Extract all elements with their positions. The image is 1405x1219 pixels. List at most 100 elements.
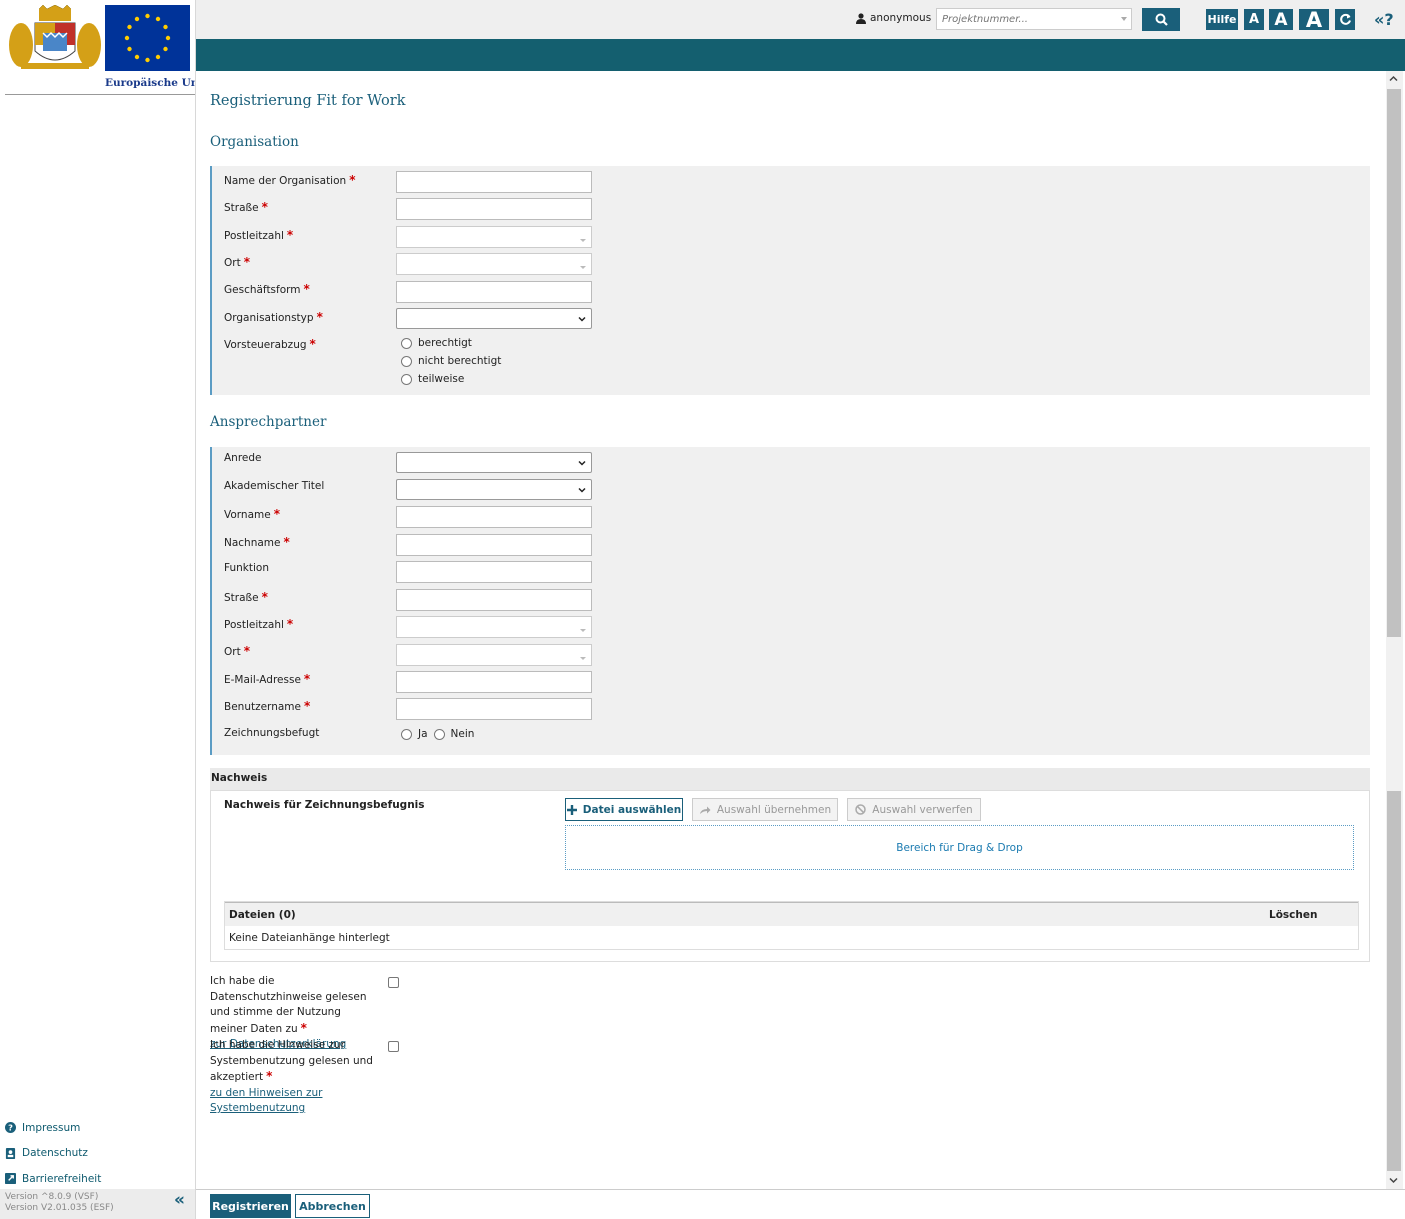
- top-bar: anonymous Hilfe A A A «?: [196, 0, 1405, 39]
- radio-button[interactable]: [401, 373, 412, 385]
- usage-consent-checkbox[interactable]: [388, 1041, 399, 1052]
- org-legal-form-input[interactable]: [396, 281, 592, 303]
- contact-ort-combobox[interactable]: [396, 644, 592, 666]
- page-title: Registrierung Fit for Work: [210, 93, 406, 109]
- academic-title-select[interactable]: [396, 479, 592, 500]
- font-size-small-button[interactable]: A: [1244, 9, 1264, 30]
- share-arrow-icon: [699, 806, 711, 814]
- last-name-label: Nachname *: [224, 535, 290, 549]
- chevron-down-icon: [578, 316, 586, 322]
- font-size-medium-button[interactable]: A: [1269, 9, 1293, 30]
- radio-nein[interactable]: [433, 728, 445, 740]
- contact-plz-combobox[interactable]: [396, 616, 592, 638]
- org-type-select[interactable]: [396, 308, 592, 329]
- org-street-label: Straße *: [224, 200, 268, 214]
- impressum-link[interactable]: ? Impressum: [5, 1115, 101, 1141]
- datenschutz-link[interactable]: Datenschutz: [5, 1141, 101, 1167]
- select-file-button[interactable]: Datei auswählen: [565, 798, 683, 821]
- vertical-scrollbar[interactable]: [1386, 71, 1403, 1189]
- org-type-label: Organisationstyp *: [224, 310, 323, 324]
- user-label: anonymous: [856, 12, 931, 24]
- barrierefreiheit-label: Barrierefreiheit: [22, 1172, 102, 1185]
- chevron-down-icon: [578, 487, 586, 493]
- vorsteuer-option-teilweise[interactable]: teilweise: [401, 373, 464, 385]
- function-input[interactable]: [396, 561, 592, 583]
- username-input[interactable]: [396, 698, 592, 720]
- radio-button[interactable]: [401, 355, 412, 367]
- signing-authority-label: Zeichnungsbefugt: [224, 727, 320, 739]
- font-size-large-button[interactable]: A: [1299, 8, 1329, 32]
- refresh-button[interactable]: [1335, 9, 1355, 30]
- user-icon: [856, 12, 866, 24]
- datenschutz-label: Datenschutz: [22, 1147, 88, 1160]
- email-input[interactable]: [396, 671, 592, 693]
- org-name-label: Name der Organisation *: [224, 173, 356, 187]
- apply-selection-button[interactable]: Auswahl übernehmen: [692, 798, 838, 821]
- files-table: Dateien (0) Löschen Keine Dateianhänge h…: [224, 901, 1359, 950]
- org-name-input[interactable]: [396, 171, 592, 193]
- refresh-icon: [1339, 13, 1351, 25]
- vorsteuer-option-nicht-berechtigt[interactable]: nicht berechtigt: [401, 355, 501, 367]
- collapse-sidebar-icon[interactable]: «: [174, 1192, 185, 1209]
- nachweis-heading: Nachweis: [210, 768, 1370, 790]
- org-street-input[interactable]: [396, 198, 592, 220]
- logo-area: Europäische Union: [5, 5, 195, 95]
- files-empty-row: Keine Dateianhänge hinterlegt: [229, 931, 390, 944]
- discard-selection-button[interactable]: Auswahl verwerfen: [847, 798, 981, 821]
- main-content: Registrierung Fit for Work Organisation …: [196, 71, 1386, 1189]
- drag-drop-area[interactable]: Bereich für Drag & Drop: [565, 825, 1354, 870]
- signing-authority-options: Ja Nein: [401, 728, 474, 740]
- version-area: Version ^8.0.9 (VSF) Version V2.01.035 (…: [0, 1189, 195, 1219]
- project-number-input[interactable]: [936, 8, 1132, 30]
- nav-bar: [196, 39, 1405, 71]
- org-plz-label: Postleitzahl *: [224, 228, 294, 242]
- privacy-consent-checkbox[interactable]: [388, 977, 399, 988]
- contact-panel: Anrede Akademischer Titel Vorname * Nachn…: [210, 447, 1370, 755]
- barrierefreiheit-link[interactable]: Barrierefreiheit: [5, 1166, 101, 1192]
- context-help-icon[interactable]: «?: [1374, 10, 1394, 29]
- organisation-heading: Organisation: [210, 134, 299, 150]
- scroll-thumb-lower[interactable]: [1387, 791, 1401, 1171]
- eu-text: Europäische Union: [105, 77, 195, 89]
- version-esf: Version V2.01.035 (ESF): [5, 1203, 114, 1213]
- academic-title-label: Akademischer Titel: [224, 480, 325, 492]
- username: anonymous: [870, 12, 932, 24]
- org-plz-combobox[interactable]: [396, 226, 592, 248]
- usage-consent: Ich habe die Hinweise zur Systembenutzun…: [210, 1039, 373, 1115]
- scroll-thumb[interactable]: [1387, 89, 1401, 637]
- help-button[interactable]: Hilfe: [1206, 9, 1238, 30]
- cancel-button[interactable]: Abbrechen: [295, 1194, 370, 1218]
- salutation-select[interactable]: [396, 452, 592, 473]
- radio-ja[interactable]: [401, 728, 412, 740]
- user-badge-icon: [5, 1147, 16, 1159]
- scroll-up-icon[interactable]: [1389, 74, 1398, 85]
- organisation-panel: Name der Organisation * Straße * Postleitz…: [210, 166, 1370, 395]
- org-legal-form-label: Geschäftsform *: [224, 282, 310, 296]
- search-icon: [1155, 13, 1168, 26]
- first-name-input[interactable]: [396, 506, 592, 528]
- register-button[interactable]: Registrieren: [210, 1194, 291, 1218]
- salutation-label: Anrede: [224, 452, 262, 464]
- vorsteuer-label: Vorsteuerabzug *: [224, 337, 316, 351]
- chevron-down-icon: [578, 460, 586, 466]
- nachweis-box: Nachweis für Zeichnungsbefugnis Datei au…: [210, 790, 1370, 962]
- radio-button[interactable]: [401, 337, 412, 349]
- scroll-down-icon[interactable]: [1389, 1176, 1398, 1187]
- ban-icon: [855, 804, 867, 815]
- contact-heading: Ansprechpartner: [210, 414, 327, 430]
- last-name-input[interactable]: [396, 534, 592, 556]
- function-label: Funktion: [224, 562, 269, 574]
- footer-links: ? Impressum Datenschutz Barrierefreiheit: [5, 1115, 101, 1192]
- search-button[interactable]: [1142, 8, 1180, 31]
- files-count-header: Dateien (0): [229, 908, 296, 921]
- svg-text:?: ?: [8, 1123, 13, 1133]
- vorsteuer-option-berechtigt[interactable]: berechtigt: [401, 337, 472, 349]
- usage-terms-link[interactable]: zu den Hinweisen zur Systembenutzung: [210, 1087, 322, 1115]
- nachweis-label: Nachweis für Zeichnungsbefugnis: [224, 799, 425, 811]
- action-bar: Registrieren Abbrechen: [196, 1189, 1405, 1219]
- org-ort-combobox[interactable]: [396, 253, 592, 275]
- email-label: E-Mail-Adresse *: [224, 672, 311, 686]
- files-table-header: Dateien (0) Löschen: [225, 902, 1358, 926]
- project-caret-icon[interactable]: [1121, 17, 1127, 21]
- contact-street-input[interactable]: [396, 589, 592, 611]
